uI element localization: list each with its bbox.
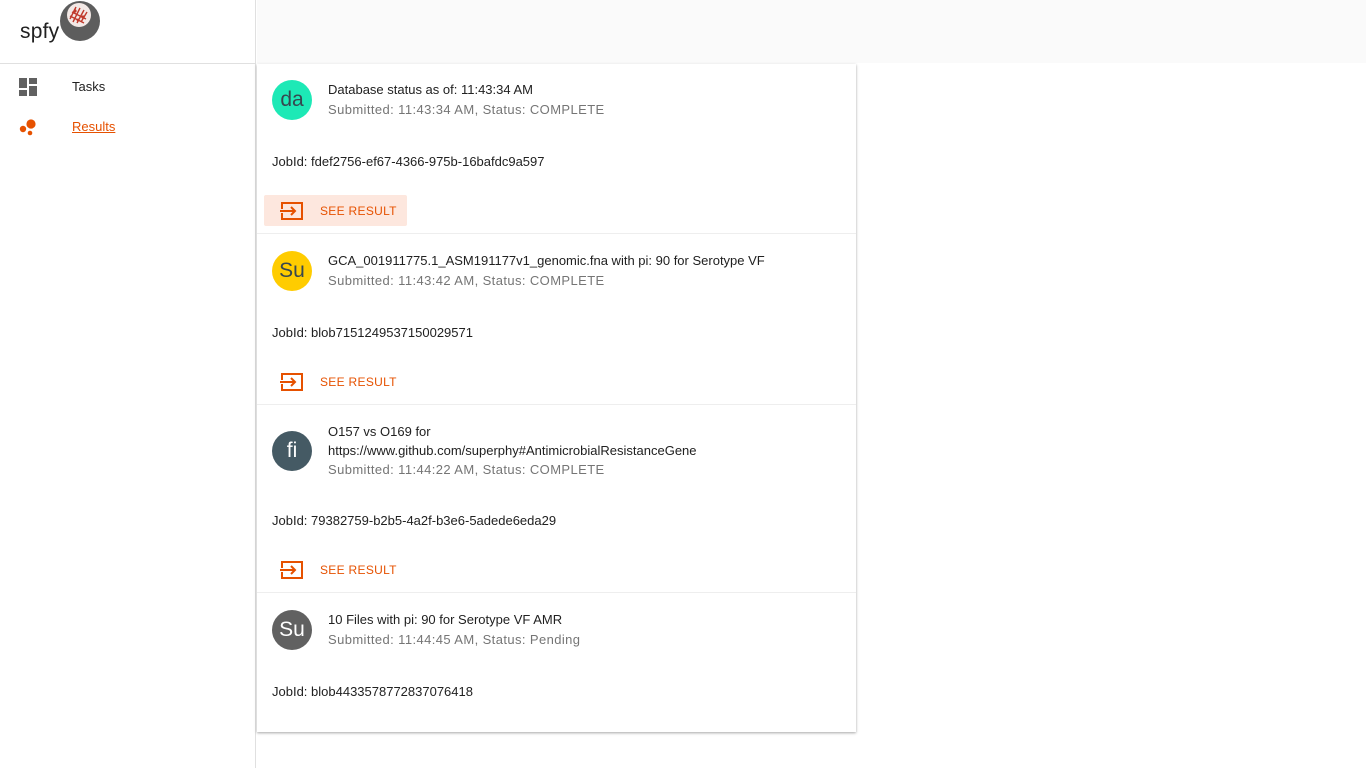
app-title: spfy [20, 20, 60, 43]
result-title: 10 Files with pi: 90 for Serotype VF AMR [328, 612, 563, 627]
result-card: Su GCA_001911775.1_ASM191177v1_genomic.f… [257, 234, 856, 405]
result-card: Su 10 Files with pi: 90 for Serotype VF … [257, 593, 856, 732]
result-jobid: JobId: blob4433578772837076418 [272, 684, 473, 699]
results-list: da Database status as of: 11:43:34 AM Su… [257, 64, 856, 732]
sidebar-item-label: Tasks [72, 79, 106, 94]
result-title: GCA_001911775.1_ASM191177v1_genomic.fna … [328, 253, 765, 268]
result-jobid: JobId: fdef2756-ef67-4366-975b-16bafdc9a… [272, 154, 545, 169]
result-subtitle: Submitted: 11:43:42 AM, Status: COMPLETE [328, 273, 605, 288]
result-title: Database status as of: 11:43:34 AM [328, 82, 533, 97]
input-icon [280, 561, 303, 579]
input-icon [280, 373, 303, 391]
top-bar [257, 0, 1366, 63]
see-result-label: SEE RESULT [320, 563, 397, 577]
result-card: da Database status as of: 11:43:34 AM Su… [257, 64, 856, 234]
result-title: O157 vs O169 for https://www.github.com/… [328, 422, 848, 460]
result-card: fi O157 vs O169 for https://www.github.c… [257, 405, 856, 593]
result-title-line: O157 vs O169 for [328, 424, 431, 439]
input-icon [280, 202, 303, 220]
see-result-button[interactable]: SEE RESULT [264, 366, 407, 397]
result-subtitle: Submitted: 11:44:22 AM, Status: COMPLETE [328, 462, 605, 477]
result-subtitle: Submitted: 11:44:45 AM, Status: Pending [328, 632, 581, 647]
result-title-link: https://www.github.com/superphy#Antimicr… [328, 443, 697, 458]
result-jobid: JobId: blob7151249537150029571 [272, 325, 473, 340]
sidebar-item-label: Results [72, 119, 116, 134]
see-result-label: SEE RESULT [320, 375, 397, 389]
sidebar-item-tasks[interactable]: Tasks [0, 67, 256, 107]
avatar: Su [272, 251, 312, 291]
avatar: fi [272, 431, 312, 471]
sidebar: spfy Tasks Results [0, 0, 256, 768]
bubble-chart-icon [19, 119, 36, 136]
logo-icon [60, 1, 100, 41]
see-result-button[interactable]: SEE RESULT [264, 195, 407, 226]
avatar: da [272, 80, 312, 120]
result-jobid: JobId: 79382759-b2b5-4a2f-b3e6-5adede6ed… [272, 513, 557, 528]
brand-header: spfy [0, 0, 255, 64]
sidebar-item-results[interactable]: Results [0, 107, 256, 147]
see-result-label: SEE RESULT [320, 204, 397, 218]
see-result-button[interactable]: SEE RESULT [264, 554, 407, 585]
result-subtitle: Submitted: 11:43:34 AM, Status: COMPLETE [328, 102, 605, 117]
avatar: Su [272, 610, 312, 650]
dashboard-icon [19, 78, 37, 96]
